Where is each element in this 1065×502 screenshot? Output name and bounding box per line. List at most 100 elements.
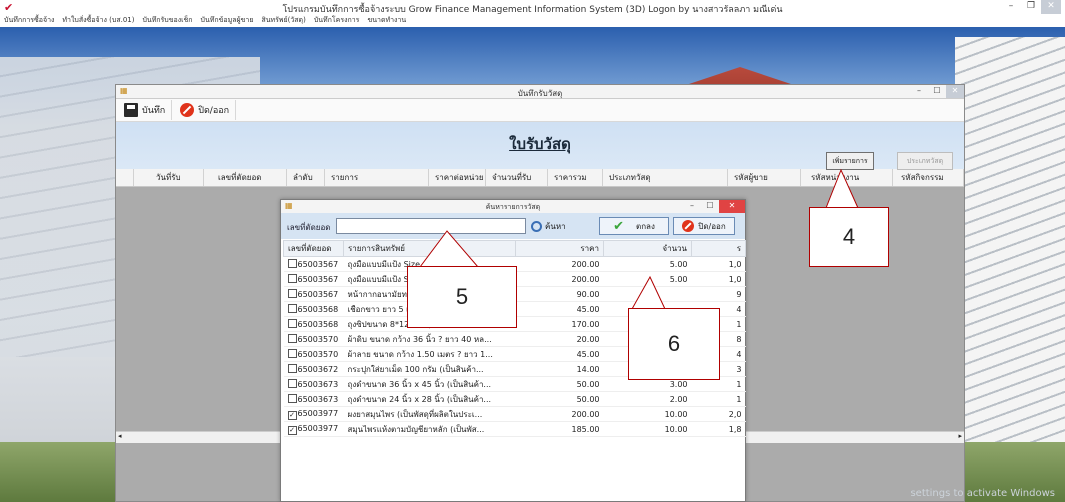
dialog-titlebar: ▦ ค้นหารายการวัสดุ – ☐ ✕ [281,200,745,213]
minimize-button[interactable]: – [1001,0,1021,14]
dialog-minimize-button[interactable]: – [683,200,701,213]
row-qty: 5.00 [603,271,692,287]
dialog-exit-label: ปิด/ออก [698,221,726,231]
row-code-cell[interactable]: ✓ 65003977 [283,406,344,422]
col-cutoff-no[interactable]: เลขที่ตัดยอด [204,169,287,186]
col-activity-code[interactable]: รหัสกิจกรรม [893,169,964,186]
checkbox-icon[interactable] [287,304,297,313]
col-price[interactable]: ราคา [515,240,604,257]
checkbox-icon[interactable] [287,289,297,298]
row-code: 65003567 [297,290,339,299]
scroll-right-icon[interactable]: ▸ [958,432,962,440]
ok-label: ตกลง [636,221,655,231]
row-code-cell[interactable]: 65003570 [283,331,344,347]
row-code: 65003568 [297,305,339,314]
menu-item-order[interactable]: ทำใบสั่งซื้อจ้าง (บส.01) [62,14,134,27]
add-item-button[interactable]: เพิ่มรายการ [826,152,874,170]
row-qty: 5.00 [603,256,692,272]
dialog-close-button[interactable]: ✕ [719,200,745,213]
table-row[interactable]: ✓ 65003977 ผงยาสมุนไพร (เป็นพัสดุที่ผลิตใน… [283,406,746,422]
row-code-cell[interactable]: 65003567 [283,271,344,287]
checkbox-icon[interactable] [287,274,297,283]
child-maximize-button[interactable]: ☐ [928,85,946,98]
row-code: 65003672 [297,365,339,374]
table-row[interactable]: 65003673 ถุงดำขนาด 24 นิ้ว x 28 นิ้ว (เป็… [283,391,746,407]
app-titlebar: ✔ โปรแกรมบันทึกการซื้อจ้างระบบ Grow Fina… [0,0,1065,15]
menu-item-workload[interactable]: ขนาดทำงาน [367,14,406,27]
scroll-left-icon[interactable]: ◂ [118,432,122,440]
row-name: ผงยาสมุนไพร (เป็นพัสดุที่ผลิตในประเ... [343,406,516,422]
row-total: 1,0 [691,271,746,287]
menu-item-assets[interactable]: สินทรัพย์(วัสดุ) [261,14,305,27]
row-price: 170.00 [515,316,604,332]
col-date[interactable]: วันที่รับ [134,169,204,186]
dialog-maximize-button[interactable]: ☐ [701,200,719,213]
menu-item-purchase[interactable]: บันทึกการซื้อจ้าง [4,14,54,27]
row-code: 65003977 [297,408,339,418]
row-name: ผ้าดิบ ขนาด กว้าง 36 นิ้ว ? ยาว 40 หล... [343,331,516,347]
checkbox-icon[interactable] [287,334,297,343]
row-qty: 2.00 [603,391,692,407]
col-qty[interactable]: จำนวน [603,240,692,257]
callout-5: 5 [407,266,517,328]
menu-item-receive[interactable]: บันทึกรับของเช็ก [142,14,192,27]
row-code-cell[interactable]: ✓ 65003977 [283,421,344,437]
row-code: 65003977 [297,423,339,433]
col-item[interactable]: รายการ [325,169,429,186]
child-close-button[interactable]: ✕ [946,85,964,98]
row-qty: 10.00 [603,406,692,422]
menu-item-project[interactable]: บันทึกโครงการ [314,14,360,27]
checkbox-icon[interactable] [287,394,297,403]
col-unit-price[interactable]: ราคาต่อหน่วย [429,169,486,186]
checkbox-icon[interactable] [287,259,297,268]
col-total[interactable]: ร [691,240,746,257]
row-code: 65003570 [297,350,339,359]
col-unit-code[interactable]: รหัสหน่วยงาน [801,169,893,186]
col-material-type[interactable]: ประเภทวัสดุ [603,169,728,186]
row-price: 185.00 [515,421,604,437]
cutoff-no-input[interactable] [336,218,526,234]
checkbox-icon[interactable] [287,364,297,373]
row-code-cell[interactable]: 65003673 [283,391,344,407]
checkbox-icon[interactable] [287,349,297,358]
row-price: 20.00 [515,331,604,347]
menu-item-vendor[interactable]: บันทึกข้อมูลผู้ขาย [201,14,254,27]
col-asset-item[interactable]: รายการสินทรัพย์ [343,240,516,257]
row-price: 90.00 [515,286,604,302]
row-code-cell[interactable]: 65003672 [283,361,344,377]
callout-4: 4 [809,207,889,267]
dialog-exit-button[interactable]: ปิด/ออก [673,217,735,235]
save-button[interactable]: บันทึก [118,100,173,120]
row-name: ถุงดำขนาด 24 นิ้ว x 28 นิ้ว (เป็นสินค้า.… [343,391,516,407]
row-code-cell[interactable]: 65003567 [283,256,344,272]
child-titlebar: ▦ บันทึกรับวัสดุ – ☐ ✕ [116,85,964,99]
child-minimize-button[interactable]: – [910,85,928,98]
row-code-cell[interactable]: 65003567 [283,286,344,302]
checkbox-icon[interactable] [287,319,297,328]
checkbox-icon[interactable] [287,379,297,388]
checked-box-icon[interactable]: ✓ [287,425,297,435]
close-button[interactable]: ✕ [1041,0,1061,14]
items-table-header: เลขที่ตัดยอด รายการสินทรัพย์ ราคา จำนวน … [283,240,746,257]
row-code-cell[interactable]: 65003570 [283,346,344,362]
row-code-cell[interactable]: 65003673 [283,376,344,392]
col-received-qty[interactable]: จำนวนที่รับ [486,169,548,186]
restore-button[interactable]: ❐ [1021,0,1041,14]
checked-box-icon[interactable]: ✓ [287,410,297,420]
item-type-button[interactable]: ประเภทวัสดุ [897,152,953,170]
ok-button[interactable]: ✔ ตกลง [599,217,669,235]
col-vendor-code[interactable]: รหัสผู้ขาย [728,169,801,186]
window-controls: – ❐ ✕ [1001,0,1061,14]
col-total[interactable]: ราคารวม [548,169,603,186]
exit-button[interactable]: ปิด/ออก [174,100,237,120]
dialog-title: ค้นหารายการวัสดุ [485,203,541,211]
check-icon: ✔ [613,218,625,234]
search-button[interactable]: ค้นหา [531,218,566,234]
col-seq[interactable]: ลำดับ [287,169,325,186]
table-row[interactable]: ✓ 65003977 สมุนไพรแห้งตามบัญชียาหลัก (เป็น… [283,421,746,437]
exit-label: ปิด/ออก [198,106,230,116]
row-code-cell[interactable]: 65003568 [283,301,344,317]
row-total: 9 [691,286,746,302]
col-cutoff-no[interactable]: เลขที่ตัดยอด [283,240,344,257]
row-code-cell[interactable]: 65003568 [283,316,344,332]
